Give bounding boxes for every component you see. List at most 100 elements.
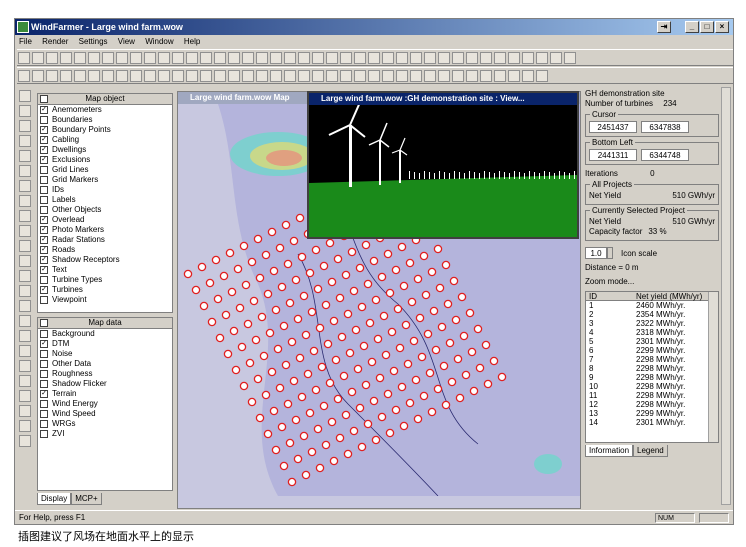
turbine-marker[interactable] [263,429,273,439]
turbine-marker[interactable] [409,336,419,346]
map-object-checkbox[interactable] [40,195,48,204]
pan-icon[interactable] [536,52,548,64]
turbine-marker[interactable] [405,398,415,408]
open-icon[interactable] [480,52,492,64]
turbine-marker[interactable] [341,410,351,420]
turbine-marker[interactable] [341,270,351,280]
turbine-marker[interactable] [239,381,249,391]
turbine-marker[interactable] [415,313,425,323]
turbine-marker[interactable] [347,247,357,257]
turbine-marker[interactable] [245,358,255,368]
chart-icon[interactable] [508,70,520,82]
turbine-marker[interactable] [457,292,467,302]
turbine-marker[interactable] [215,333,225,343]
map-data-row[interactable]: Shadow Flicker [38,379,172,389]
turbine-marker[interactable] [291,275,301,285]
turbine-marker[interactable] [391,265,401,275]
turbine-marker[interactable] [283,259,293,269]
chart-icon[interactable] [424,70,436,82]
turbine-marker[interactable] [277,282,287,292]
turbine-marker[interactable] [315,463,325,473]
map-object-row[interactable]: IDs [38,185,172,195]
turbine-marker[interactable] [183,269,193,279]
map-object-checkbox[interactable]: ✓ [40,105,48,114]
turbine-marker[interactable] [211,255,221,265]
edit-icon[interactable] [19,135,31,147]
map-object-checkbox[interactable] [40,165,48,174]
turbine-marker[interactable] [325,238,335,248]
yield-table-row[interactable]: 9 2298 MWh/yr. [586,373,718,382]
turbine-marker[interactable] [399,281,409,291]
turbine-marker[interactable] [331,355,341,365]
turbine-marker[interactable] [393,304,403,314]
chart-icon[interactable] [88,70,100,82]
turbine-marker[interactable] [251,335,261,345]
map-data-checkbox[interactable] [40,329,48,338]
arrow-down-icon[interactable] [116,70,128,82]
arrow-up-icon[interactable] [438,70,450,82]
help-icon[interactable] [19,315,31,327]
grid-icon[interactable] [228,70,240,82]
turbine-marker[interactable] [407,297,417,307]
pan-icon[interactable] [312,52,324,64]
turbine-marker[interactable] [247,257,257,267]
turbine-marker[interactable] [441,260,451,270]
print-icon[interactable] [172,52,184,64]
turbine-marker[interactable] [337,332,347,342]
grid-icon[interactable] [480,70,492,82]
table-icon[interactable] [19,420,31,432]
turbine-marker[interactable] [279,461,289,471]
turbine-marker[interactable] [299,431,309,441]
turbine-marker[interactable] [425,368,435,378]
turbine-marker[interactable] [383,249,393,259]
yield-table-row[interactable]: 14 2301 MWh/yr. [586,418,718,427]
map-object-checkbox[interactable]: ✓ [40,255,48,264]
turbine-marker[interactable] [303,369,313,379]
turbine-marker[interactable] [311,245,321,255]
map-object-checkbox[interactable] [40,205,48,214]
turbine-marker[interactable] [287,337,297,347]
turbine-marker[interactable] [433,384,443,394]
menu-help[interactable]: Help [180,37,204,46]
turbine-marker[interactable] [347,387,357,397]
turbine-marker[interactable] [455,393,465,403]
map-object-row[interactable]: ✓ Cabling [38,135,172,145]
turbine-marker[interactable] [451,315,461,325]
pin-button[interactable]: ⇥ [657,21,671,33]
save-icon[interactable] [158,52,170,64]
map-object-checkbox[interactable] [40,185,48,194]
yield-table-row[interactable]: 6 2299 MWh/yr. [586,346,718,355]
map-data-row[interactable]: ZVI [38,429,172,439]
turbine-marker[interactable] [315,323,325,333]
map-object-checkbox[interactable]: ✓ [40,125,48,134]
save-icon[interactable] [19,240,31,252]
turbine-marker[interactable] [459,331,469,341]
turbine-marker[interactable] [255,273,265,283]
turbine-marker[interactable] [481,340,491,350]
turbine-marker[interactable] [241,280,251,290]
turbine-marker[interactable] [281,220,291,230]
turbine-marker[interactable] [359,341,369,351]
turbine-icon[interactable] [102,52,114,64]
map-object-row[interactable]: Turbine Types [38,275,172,285]
map-icon[interactable] [19,150,31,162]
turbine-marker[interactable] [373,334,383,344]
pan-icon[interactable] [424,52,436,64]
turbine-marker[interactable] [233,264,243,274]
view-icon[interactable] [494,70,506,82]
close-button[interactable]: × [715,21,729,33]
turbine-marker[interactable] [229,326,239,336]
turbine-marker[interactable] [293,314,303,324]
turbine-marker[interactable] [239,241,249,251]
turbine-marker[interactable] [381,350,391,360]
turbine-marker[interactable] [429,306,439,316]
turbine-marker[interactable] [431,345,441,355]
turbine-marker[interactable] [343,309,353,319]
turbine-marker[interactable] [249,296,259,306]
map-object-checkbox[interactable]: ✓ [40,285,48,294]
map-object-checkbox[interactable]: ✓ [40,265,48,274]
yield-table-row[interactable]: 12 2298 MWh/yr. [586,400,718,409]
turbine-marker[interactable] [395,343,405,353]
turbine-marker[interactable] [333,254,343,264]
zoom-icon[interactable] [186,52,198,64]
